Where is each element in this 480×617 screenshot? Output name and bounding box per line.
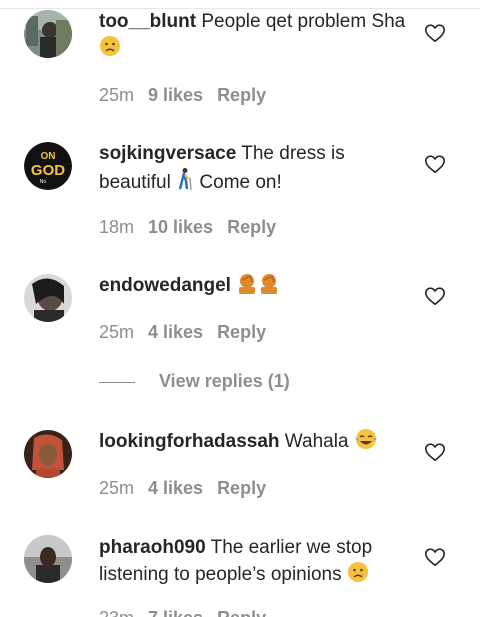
comment-meta: 25m 4 likes Reply — [99, 478, 280, 499]
comment-username[interactable]: too__blunt — [99, 11, 196, 32]
comment-time: 23m — [99, 608, 134, 617]
avatar-logo-line2: GOD — [31, 162, 65, 179]
comment-username[interactable]: pharaoh090 — [99, 537, 206, 558]
reply-button[interactable]: Reply — [217, 85, 266, 105]
comment-meta: 25m 9 likes Reply — [99, 85, 280, 106]
heart-icon[interactable] — [424, 546, 446, 568]
crying-face-emoji-icon — [347, 561, 369, 591]
avatar[interactable] — [24, 10, 72, 58]
avatar[interactable] — [24, 274, 72, 322]
comment-meta: 18m 10 likes Reply — [99, 217, 290, 238]
comment-meta: 25m 4 likes Reply — [99, 322, 280, 343]
avatar-logo-small: No — [40, 179, 47, 185]
comment-username[interactable]: endowedangel — [99, 275, 231, 296]
comment-text: endowedangel — [99, 272, 409, 302]
likes-count[interactable]: 4 likes — [148, 478, 203, 498]
avatar[interactable] — [24, 430, 72, 478]
comment-body: Wahala — [279, 431, 354, 452]
avatar[interactable] — [24, 535, 72, 583]
likes-count[interactable]: 10 likes — [148, 217, 213, 237]
comment-body-end: Come on! — [194, 172, 282, 193]
comment-time: 25m — [99, 85, 135, 105]
comment-text: lookingforhadassah Wahala — [99, 428, 409, 458]
heart-icon[interactable] — [424, 441, 446, 463]
person-facepalming-emoji-icon — [236, 272, 258, 302]
reply-button[interactable]: Reply — [217, 322, 266, 342]
comment-meta: 23m 7 likes Reply — [99, 608, 266, 617]
reply-button[interactable]: Reply — [217, 478, 266, 498]
comment-text: pharaoh090 The earlier we stop listening… — [99, 534, 409, 591]
comment-text: too__blunt People qet problem Sha — [99, 8, 409, 65]
face-with-tears-of-joy-emoji-icon — [354, 428, 378, 458]
comment-body: People qet problem Sha — [196, 11, 406, 32]
comment-username[interactable]: sojkingversace — [99, 143, 236, 164]
heart-icon[interactable] — [424, 22, 446, 44]
comment-time: 25m — [99, 478, 135, 498]
heart-icon[interactable] — [424, 153, 446, 175]
likes-count[interactable]: 9 likes — [148, 85, 203, 105]
person-facepalming-emoji-icon — [258, 272, 280, 302]
person-with-cane-emoji-icon — [176, 167, 194, 199]
avatar[interactable]: ON GOD No — [24, 142, 72, 190]
comment-text: sojkingversace The dress is beautiful Co… — [99, 140, 409, 199]
likes-count[interactable]: 7 likes — [148, 608, 203, 617]
view-replies-label: View replies (1) — [159, 371, 290, 391]
view-replies-line — [99, 381, 135, 383]
reply-button[interactable]: Reply — [217, 608, 266, 617]
comment-time: 25m — [99, 322, 135, 342]
view-replies-button[interactable]: View replies (1) — [99, 371, 290, 392]
crying-face-emoji-icon — [99, 35, 121, 65]
comment-username[interactable]: lookingforhadassah — [99, 431, 280, 452]
heart-icon[interactable] — [424, 285, 446, 307]
comment-time: 18m — [99, 217, 135, 237]
reply-button[interactable]: Reply — [227, 217, 276, 237]
avatar-logo-line1: ON — [41, 151, 56, 162]
likes-count[interactable]: 4 likes — [148, 322, 203, 342]
